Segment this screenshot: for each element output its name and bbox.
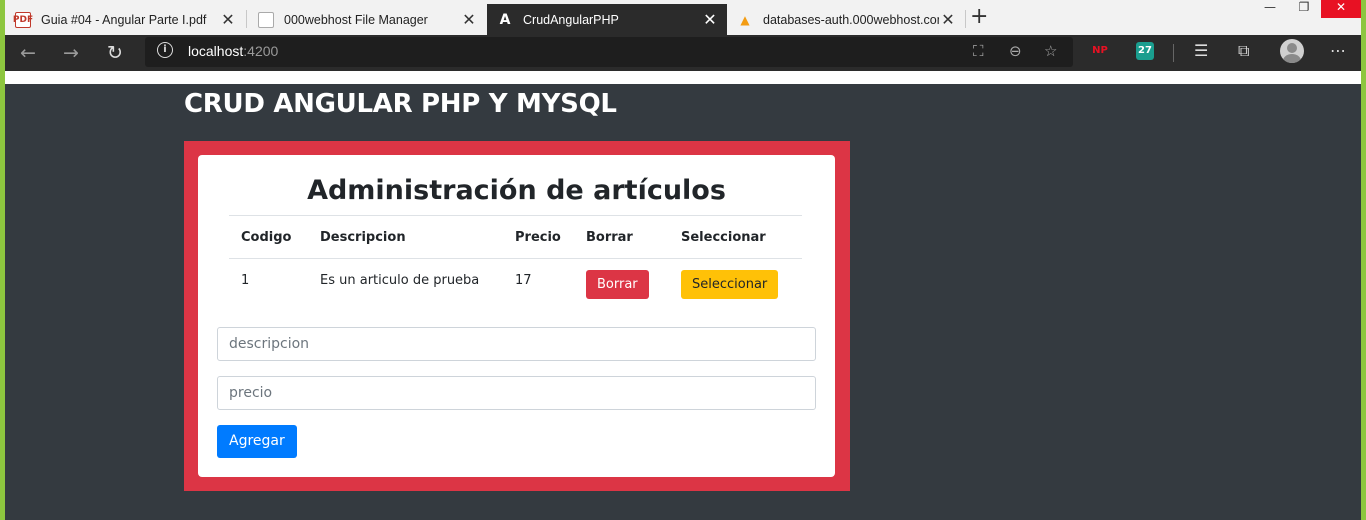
toolbar-divider — [1173, 44, 1174, 62]
minimize-icon[interactable]: — — [1253, 0, 1287, 18]
restore-icon[interactable]: ❐ — [1287, 0, 1321, 18]
articles-table: Codigo Descripcion Precio Borrar Selecci… — [229, 215, 802, 314]
refresh-icon[interactable]: ↻ — [102, 40, 128, 66]
tab-crud-angular[interactable]: A CrudAngularPHP ✕ — [487, 4, 727, 35]
close-icon[interactable]: ✕ — [701, 11, 719, 28]
cell-seleccionar: Seleccionar — [669, 258, 802, 314]
table-row: 1 Es un articulo de prueba 17 Borrar Sel… — [229, 258, 802, 314]
cell-precio: 17 — [503, 258, 574, 314]
add-button[interactable]: Agregar — [217, 425, 297, 458]
table-header-row: Codigo Descripcion Precio Borrar Selecci… — [229, 215, 802, 259]
descripcion-input[interactable] — [217, 327, 816, 361]
page-title: CRUD ANGULAR PHP Y MYSQL — [184, 89, 617, 119]
more-menu-icon[interactable]: ⋯ — [1330, 41, 1346, 60]
tab-title: CrudAngularPHP — [523, 12, 619, 27]
window-controls: — ❐ ✕ — [1253, 0, 1361, 20]
page-top-strip — [5, 71, 1361, 84]
favorites-icon[interactable]: ☰ — [1194, 41, 1208, 60]
address-bar[interactable]: i localhost:4200 ⛶ ⊖ ☆ — [145, 37, 1073, 67]
page-icon — [258, 11, 274, 28]
window-close-icon[interactable]: ✕ — [1321, 0, 1361, 18]
red-panel: Administración de artículos Codigo Descr… — [184, 141, 850, 491]
header-precio: Precio — [503, 215, 574, 259]
np-extension-icon[interactable]: NP — [1091, 42, 1109, 60]
header-borrar: Borrar — [574, 215, 669, 259]
phpmyadmin-icon: ▲ — [740, 12, 750, 27]
collections-icon[interactable]: ⧉ — [1238, 41, 1249, 61]
cell-descripcion: Es un articulo de prueba — [308, 258, 503, 314]
tab-title: Guia #04 - Angular Parte I.pdf — [41, 12, 207, 27]
back-icon[interactable]: ← — [15, 40, 41, 66]
delete-button[interactable]: Borrar — [586, 270, 649, 299]
forward-icon[interactable]: → — [58, 40, 84, 66]
info-icon[interactable]: i — [157, 42, 173, 58]
tab-pdf-guide[interactable]: PDF Guia #04 - Angular Parte I.pdf ✕ — [5, 4, 245, 35]
tab-strip: PDF Guia #04 - Angular Parte I.pdf ✕ 000… — [5, 0, 1361, 35]
page-body: CRUD ANGULAR PHP Y MYSQL Administración … — [5, 84, 1361, 520]
tab-title: 000webhost File Manager — [284, 12, 428, 27]
profile-avatar[interactable] — [1280, 39, 1304, 63]
header-codigo: Codigo — [229, 215, 308, 259]
new-tab-icon[interactable]: + — [970, 6, 988, 28]
precio-input[interactable] — [217, 376, 816, 410]
url-host: localhost — [188, 43, 244, 59]
translate-icon[interactable]: ⛶ — [973, 42, 984, 60]
address-url[interactable]: localhost:4200 — [188, 43, 278, 59]
select-button[interactable]: Seleccionar — [681, 270, 779, 299]
cell-borrar: Borrar — [574, 258, 669, 314]
card-title: Administración de artículos — [307, 175, 726, 206]
zoom-icon[interactable]: ⊖ — [1009, 42, 1022, 60]
angular-icon: A — [499, 11, 511, 28]
navigation-bar: ← → ↻ i localhost:4200 ⛶ ⊖ ☆ NP 27 ☰ ⧉ ⋯ — [5, 35, 1361, 71]
cell-codigo: 1 — [229, 258, 308, 314]
pdf-icon: PDF — [13, 11, 33, 28]
close-icon[interactable]: ✕ — [939, 11, 957, 28]
tab-file-manager[interactable]: 000webhost File Manager ✕ — [248, 4, 486, 35]
tab-divider — [246, 10, 247, 28]
calendar-extension-icon[interactable]: 27 — [1136, 42, 1154, 60]
articles-card: Administración de artículos Codigo Descr… — [198, 155, 835, 477]
browser-window: PDF Guia #04 - Angular Parte I.pdf ✕ 000… — [5, 0, 1361, 520]
header-seleccionar: Seleccionar — [669, 215, 802, 259]
url-port: :4200 — [243, 43, 279, 59]
tab-phpmyadmin[interactable]: ▲ databases-auth.000webhost.com ✕ — [727, 4, 965, 35]
tab-title: databases-auth.000webhost.com — [763, 12, 939, 27]
close-icon[interactable]: ✕ — [460, 11, 478, 28]
close-icon[interactable]: ✕ — [219, 11, 237, 28]
favorite-star-icon[interactable]: ☆ — [1044, 42, 1057, 60]
tab-divider — [965, 10, 966, 28]
header-descripcion: Descripcion — [308, 215, 503, 259]
